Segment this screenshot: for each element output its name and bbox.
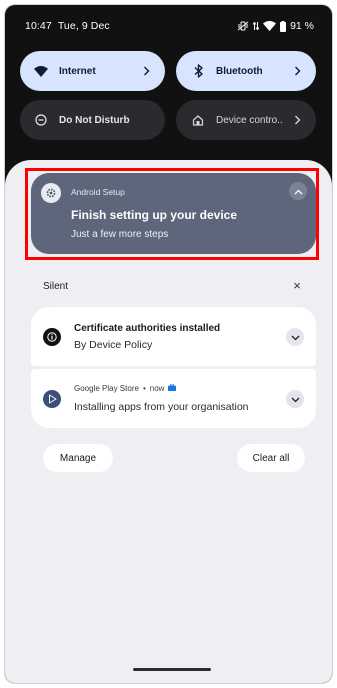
status-date: Tue, 9 Dec [57,20,110,32]
battery-icon [280,20,287,32]
certificate-notification[interactable]: Certificate authorities installed By Dev… [31,307,316,366]
chevron-right-icon [290,113,304,127]
status-bar: 10:47 Tue, 9 Dec 91 % [5,5,332,41]
meta-separator: • [142,384,146,393]
device-screen: 10:47 Tue, 9 Dec 91 % Internet Bluetooth… [5,5,332,683]
manage-button[interactable]: Manage [43,444,113,472]
bluetooth-tile[interactable]: Bluetooth [176,51,316,91]
silent-close-button[interactable]: × [290,277,304,293]
chevron-down-icon [291,390,300,408]
bluetooth-label: Bluetooth [216,65,263,77]
device-controls-tile[interactable]: Device contro.. [176,100,316,140]
internet-tile[interactable]: Internet [20,51,165,91]
notification-time: now [149,384,165,393]
play-store-notification[interactable]: Google Play Store • now Installing apps … [31,369,316,428]
info-icon [43,328,61,346]
clear-all-button[interactable]: Clear all [237,444,305,472]
status-icons: 91 % [237,20,314,32]
work-briefcase-icon [168,383,177,393]
data-arrows-icon [253,21,260,31]
home-icon [190,112,206,128]
notification-title: Certificate authorities installed [74,323,221,334]
notification-app-name: Google Play Store [74,384,139,393]
expand-button[interactable] [286,328,304,346]
chevron-right-icon [290,64,304,78]
chevron-down-icon [291,328,300,346]
status-time-date: 10:47 Tue, 9 Dec [25,20,110,32]
notification-meta: Google Play Store • now [74,383,177,393]
silent-section-label: Silent [43,281,69,292]
expand-button[interactable] [286,390,304,408]
status-time: 10:47 [25,20,52,32]
home-indicator[interactable] [133,668,211,671]
wifi-icon [33,63,49,79]
internet-label: Internet [59,65,96,77]
notification-subtitle: By Device Policy [74,339,153,351]
do-not-disturb-tile[interactable]: Do Not Disturb [20,100,165,140]
device-controls-label: Device contro.. [216,114,283,126]
mute-vibrate-icon [237,21,249,31]
close-icon: × [293,277,301,293]
play-store-icon [43,390,61,408]
notification-subtitle: Installing apps from your organisation [74,401,249,413]
bluetooth-icon [190,63,206,79]
wifi-icon [263,21,277,31]
do-not-disturb-icon [33,112,49,128]
dnd-label: Do Not Disturb [59,114,130,126]
selection-highlight [25,168,319,260]
battery-percentage: 91 % [290,20,314,32]
chevron-right-icon [139,64,153,78]
